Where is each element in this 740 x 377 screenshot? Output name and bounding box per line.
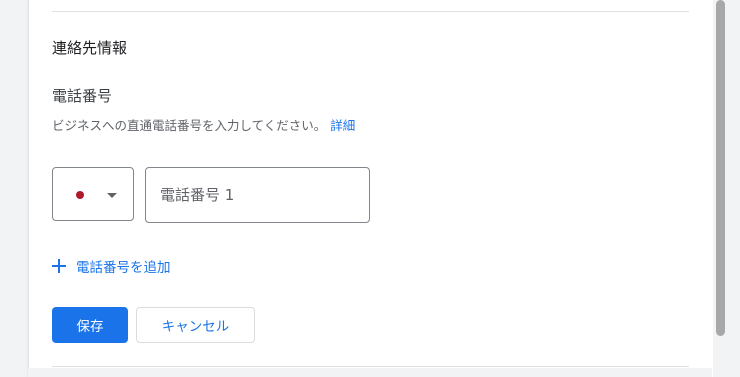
phone-number-input[interactable] — [145, 167, 370, 223]
helper-text: ビジネスへの直通電話番号を入力してください。 — [52, 118, 327, 133]
country-code-select[interactable] — [52, 167, 134, 221]
save-button[interactable]: 保存 — [52, 307, 128, 343]
chevron-down-icon — [107, 193, 117, 198]
section-divider-bottom — [52, 366, 689, 367]
add-phone-label: 電話番号を追加 — [76, 260, 171, 276]
section-title: 連絡先情報 — [52, 39, 128, 57]
learn-more-link[interactable]: 詳細 — [330, 118, 355, 133]
japan-flag-icon — [76, 191, 84, 199]
section-divider — [52, 11, 689, 12]
phone-field-label: 電話番号 — [52, 87, 113, 105]
scrollbar-thumb[interactable] — [716, 0, 725, 336]
page-background-strip — [28, 368, 712, 377]
phone-helper-text: ビジネスへの直通電話番号を入力してください。 詳細 — [52, 116, 355, 136]
add-phone-button[interactable]: 電話番号を追加 — [52, 255, 171, 277]
plus-icon — [52, 259, 66, 273]
cancel-button[interactable]: キャンセル — [136, 307, 255, 343]
